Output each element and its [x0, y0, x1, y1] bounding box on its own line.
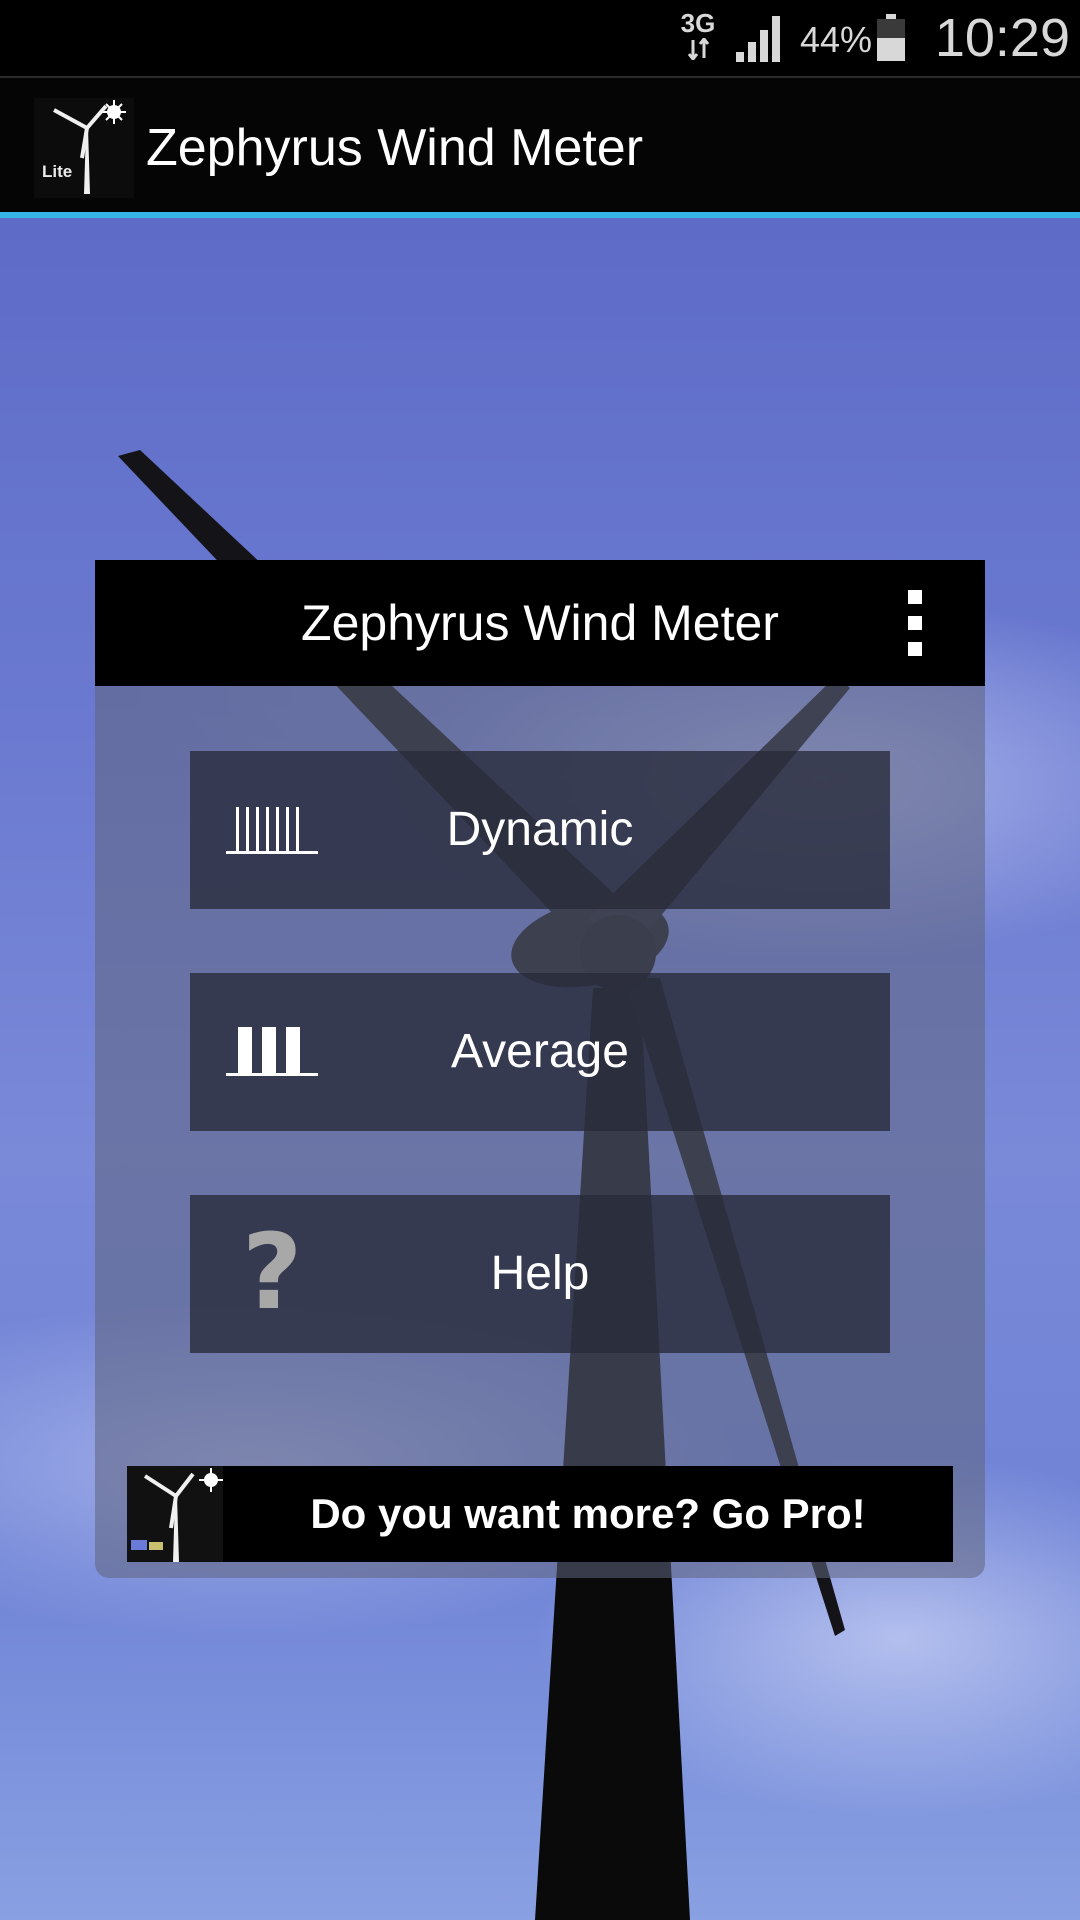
signal-icon [736, 16, 780, 62]
dialog-header: Zephyrus Wind Meter [95, 560, 985, 686]
app-title: Zephyrus Wind Meter [146, 119, 644, 177]
battery-percent: 44% [800, 19, 873, 60]
battery-icon [877, 14, 905, 61]
dynamic-button-label: Dynamic [446, 803, 634, 856]
help-button[interactable]: ? Help [190, 1195, 890, 1353]
dynamic-button[interactable]: Dynamic [190, 751, 890, 909]
data-arrows-icon [688, 38, 710, 60]
lite-badge: Lite [42, 162, 73, 181]
pro-logo-icon [127, 1466, 223, 1562]
network-type: 3G [680, 8, 716, 38]
wind-turbine-logo-icon [53, 100, 126, 194]
overflow-menu-icon[interactable] [895, 586, 935, 660]
clock: 10:29 [934, 8, 1070, 68]
help-button-label: Help [490, 1247, 590, 1300]
app-logo[interactable]: Lite [34, 98, 134, 198]
average-button-label: Average [451, 1025, 629, 1078]
dialog-title: Zephyrus Wind Meter [301, 595, 779, 651]
go-pro-banner[interactable]: Do you want more? Go Pro! [127, 1466, 953, 1562]
main-menu-dialog: Zephyrus Wind Meter Dynamic Average ? He… [95, 560, 985, 1578]
status-bar: 3G 44% 10:29 [0, 0, 1080, 76]
average-button[interactable]: Average [190, 973, 890, 1131]
go-pro-text: Do you want more? Go Pro! [310, 1490, 866, 1537]
